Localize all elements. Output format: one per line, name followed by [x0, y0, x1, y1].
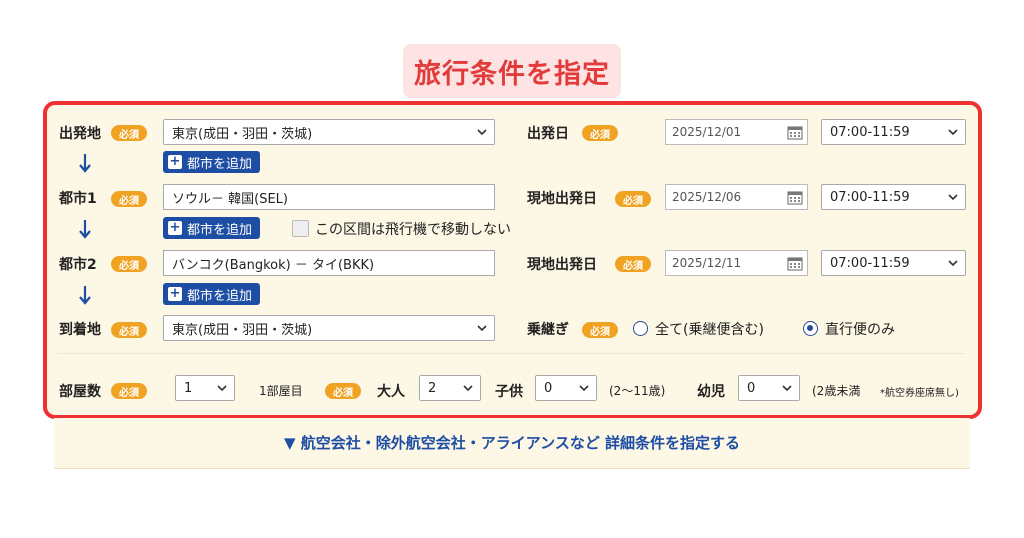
infant-select[interactable]: 0: [738, 375, 800, 401]
radio-direct-only-label: 直行便のみ: [825, 322, 895, 338]
city1-date-input[interactable]: 2025/12/06: [665, 184, 808, 210]
add-city-button[interactable]: + 都市を追加: [163, 283, 261, 305]
required-badge: 必須: [111, 125, 147, 141]
child-select[interactable]: 0: [535, 375, 597, 401]
departure-label: 出発地: [59, 126, 101, 142]
required-badge: 必須: [111, 383, 147, 399]
city1-input[interactable]: ソウル－ 韓国(SEL): [163, 184, 495, 210]
chevron-down-icon: [217, 385, 227, 392]
arrow-down-icon: [79, 154, 91, 173]
departure-value: 東京(成田・羽田・茨城): [172, 126, 313, 142]
required-badge: 必須: [615, 191, 651, 207]
add-city-label: 都市を追加: [187, 156, 253, 172]
room1-label: 1部屋目: [259, 384, 303, 398]
arrival-label: 到着地: [59, 322, 101, 338]
city2-date-input[interactable]: 2025/12/11: [665, 250, 808, 276]
city2-input[interactable]: バンコク(Bangkok) － タイ(BKK): [163, 250, 495, 276]
infant-value: 0: [747, 380, 756, 396]
city2-date-value: 2025/12/11: [672, 256, 742, 270]
add-city-label: 都市を追加: [187, 222, 253, 238]
city2-time-select[interactable]: 07:00-11:59: [821, 250, 966, 276]
radio-selected-dot: [807, 325, 813, 331]
departure-date-input[interactable]: 2025/12/01: [665, 119, 808, 145]
departure-select[interactable]: 東京(成田・羽田・茨城): [163, 119, 495, 145]
infant-seat-note: *航空券座席無し): [880, 388, 959, 399]
city2-date-label: 現地出発日: [527, 257, 597, 273]
plus-icon: +: [168, 220, 182, 235]
child-age-note: (2〜11歳): [609, 384, 666, 398]
city1-value: ソウル－ 韓国(SEL): [172, 191, 288, 207]
city1-time-value: 07:00-11:59: [830, 189, 910, 205]
arrival-select[interactable]: 東京(成田・羽田・茨城): [163, 315, 495, 341]
rooms-value: 1: [184, 380, 193, 396]
arrow-down-icon: [79, 220, 91, 239]
required-badge: 必須: [111, 191, 147, 207]
no-flight-label: この区間は飛行機で移動しない: [315, 222, 511, 238]
required-badge: 必須: [582, 322, 618, 338]
chevron-down-icon: [579, 385, 589, 392]
plus-icon: +: [168, 286, 182, 301]
city2-label: 都市2: [59, 257, 97, 273]
arrival-value: 東京(成田・羽田・茨城): [172, 322, 313, 338]
add-city-button[interactable]: + 都市を追加: [163, 151, 261, 173]
divider: [57, 353, 965, 354]
radio-all-flights-label: 全て(乗継便含む): [655, 322, 764, 338]
chevron-down-icon: [477, 325, 487, 332]
rooms-label: 部屋数: [59, 384, 101, 400]
city1-date-label: 現地出発日: [527, 191, 597, 207]
search-conditions-panel: 出発地 必須 東京(成田・羽田・茨城) + 都市を追加 都市1 必須 ソウル－ …: [43, 101, 982, 419]
city2-time-value: 07:00-11:59: [830, 255, 910, 271]
adult-label: 大人: [377, 384, 405, 400]
chevron-down-icon: [477, 129, 487, 136]
chevron-down-icon: [948, 194, 958, 201]
adult-value: 2: [428, 380, 437, 396]
page-title: 旅行条件を指定: [403, 44, 621, 98]
chevron-down-icon: [948, 129, 958, 136]
chevron-down-icon: [948, 260, 958, 267]
infant-age-note: (2歳未満: [812, 384, 861, 398]
required-badge: 必須: [582, 125, 618, 141]
radio-all-flights[interactable]: [633, 321, 648, 336]
detail-conditions-bar: ▼ 航空会社・除外航空会社・アライアンスなど 詳細条件を指定する: [54, 418, 970, 469]
city2-value: バンコク(Bangkok) － タイ(BKK): [172, 257, 375, 273]
child-label: 子供: [495, 384, 523, 400]
required-badge: 必須: [111, 322, 147, 338]
arrow-down-icon: [79, 286, 91, 305]
departure-date-value: 2025/12/01: [672, 125, 742, 139]
departure-date-label: 出発日: [527, 126, 569, 142]
chevron-down-icon: [463, 385, 473, 392]
required-badge: 必須: [615, 256, 651, 272]
adult-select[interactable]: 2: [419, 375, 481, 401]
city1-label: 都市1: [59, 191, 97, 207]
city1-time-select[interactable]: 07:00-11:59: [821, 184, 966, 210]
calendar-icon[interactable]: [787, 124, 803, 140]
no-flight-checkbox[interactable]: [292, 220, 309, 237]
calendar-icon[interactable]: [787, 255, 803, 271]
add-city-label: 都市を追加: [187, 288, 253, 304]
add-city-button[interactable]: + 都市を追加: [163, 217, 261, 239]
departure-time-value: 07:00-11:59: [830, 124, 910, 140]
city1-date-value: 2025/12/06: [672, 190, 742, 204]
departure-time-select[interactable]: 07:00-11:59: [821, 119, 966, 145]
required-badge: 必須: [111, 256, 147, 272]
plus-icon: +: [168, 154, 182, 169]
calendar-icon[interactable]: [787, 189, 803, 205]
radio-direct-only[interactable]: [803, 321, 818, 336]
required-badge: 必須: [325, 383, 361, 399]
rooms-select[interactable]: 1: [175, 375, 235, 401]
child-value: 0: [544, 380, 553, 396]
infant-label: 幼児: [697, 384, 725, 400]
chevron-down-icon: [782, 385, 792, 392]
detail-conditions-link[interactable]: ▼ 航空会社・除外航空会社・アライアンスなど 詳細条件を指定する: [54, 432, 970, 453]
transfer-label: 乗継ぎ: [527, 322, 569, 338]
